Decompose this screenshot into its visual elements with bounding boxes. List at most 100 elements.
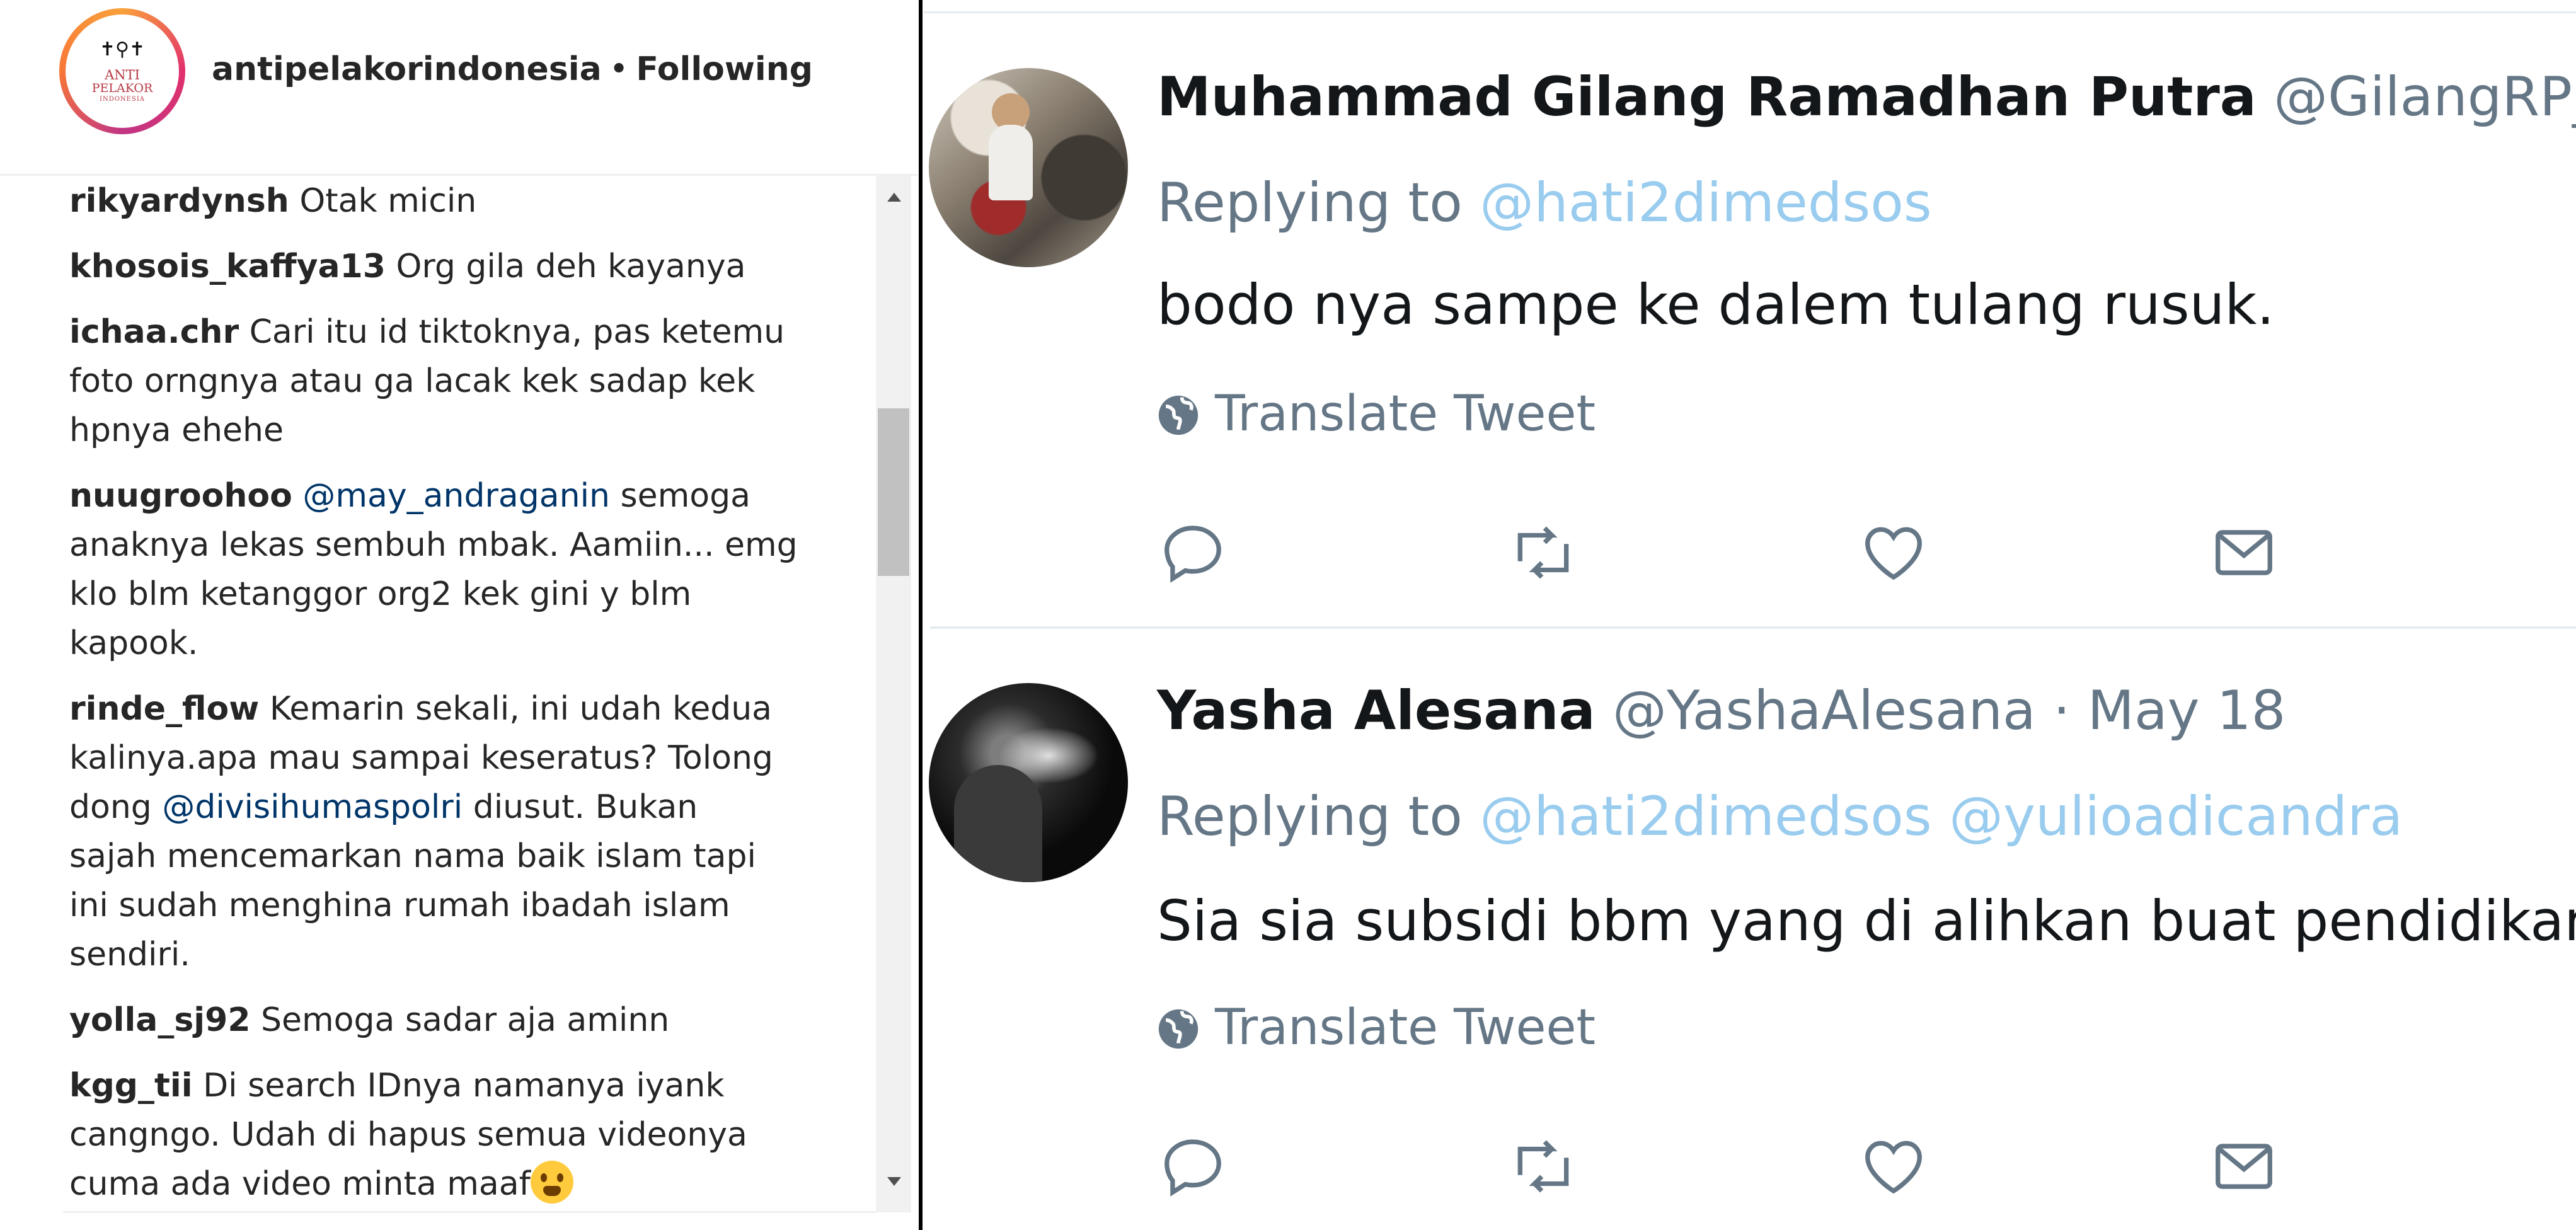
tweet-avatar[interactable] <box>929 68 1128 267</box>
comment-username[interactable]: kgg_tii <box>69 1067 193 1105</box>
tweet-date: · May 18 <box>2035 679 2286 742</box>
replying-to-line: Replying to @hati2dimedsos <box>1157 171 1932 234</box>
comment-line: kapook. <box>69 619 825 668</box>
comment-line: klo blm ketanggor org2 kek gini y blm <box>69 570 825 619</box>
avatar-logo: ✝⚲✝ ANTI PELAKOR INDONESIA <box>66 14 179 128</box>
account-avatar[interactable]: ✝⚲✝ ANTI PELAKOR INDONESIA <box>59 8 185 134</box>
comment: rikyardynsh Otak micin <box>69 176 825 226</box>
comment-text: kalinya.apa mau sampai keseratus? Tolong <box>69 739 773 777</box>
translate-tweet-link[interactable]: Translate Tweet <box>1157 386 1596 442</box>
comment-line: foto orngnya atau ga lacak kek sadap kek <box>69 357 825 406</box>
comment-line: anaknya lekas sembuh mbak. Aamiin... emg <box>69 520 825 570</box>
comment-mention[interactable]: @may_andraganin <box>302 477 610 515</box>
replying-to-mention[interactable]: @hati2dimedsos <box>1480 171 1932 234</box>
avatar-logo-line-2: PELAKOR <box>91 81 153 95</box>
comment-line: sendiri. <box>69 930 825 979</box>
scroll-down-arrow-icon[interactable] <box>887 1177 901 1186</box>
tweet-author-handle[interactable]: @GilangRP_ <box>2274 66 2576 129</box>
account-username[interactable]: antipelakorindonesia <box>212 50 602 88</box>
tweet-author-name[interactable]: Muhammad Gilang Ramadhan Putra <box>1157 66 2257 129</box>
comment-text: kapook. <box>69 624 198 662</box>
scrollbar-thumb[interactable] <box>878 408 909 576</box>
comment-text: Org gila deh kayanya <box>396 248 746 285</box>
tweet-avatar[interactable] <box>929 683 1128 882</box>
retweet-icon[interactable] <box>1509 1132 1578 1201</box>
scroll-up-arrow-icon[interactable] <box>887 193 901 202</box>
avatar-photo-detail <box>954 765 1042 882</box>
comment-line: cuma ada video minta maaf <box>69 1159 825 1209</box>
comment-text: klo blm ketanggor org2 kek gini y blm <box>69 575 692 613</box>
comment-line: kgg_tii Di search IDnya namanya iyank <box>69 1061 825 1110</box>
reply-icon[interactable] <box>1158 518 1228 587</box>
face-screaming-emoji <box>530 1161 573 1204</box>
comment-text: sajah mencemarkan nama baik islam tapi <box>69 837 756 875</box>
instagram-comments-panel: ✝⚲✝ ANTI PELAKOR INDONESIA antipelakorin… <box>0 0 917 1230</box>
comment-line: rikyardynsh Otak micin <box>69 176 825 226</box>
comments-bottom-divider <box>63 1211 876 1213</box>
comment-username[interactable]: yolla_sj92 <box>69 1001 251 1039</box>
globe-icon <box>1158 1009 1199 1049</box>
comment-text: ini sudah menghina rumah ibadah islam <box>69 887 730 924</box>
comment-text: anaknya lekas sembuh mbak. Aamiin... emg <box>69 526 798 564</box>
tweet-divider <box>930 626 2576 629</box>
direct-message-icon[interactable] <box>2209 1132 2279 1201</box>
comment-text: foto orngnya atau ga lacak kek sadap kek <box>69 362 756 400</box>
comment: ichaa.chr Cari itu id tiktoknya, pas ket… <box>69 308 825 455</box>
retweet-icon[interactable] <box>1509 518 1578 587</box>
replying-to-mention[interactable]: @yulioadicandra <box>1949 785 2403 848</box>
following-button[interactable]: Following <box>636 50 813 88</box>
comment-text: Kemarin sekali, ini udah kedua <box>269 690 773 728</box>
replying-to-line: Replying to @hati2dimedsos @yulioadicand… <box>1157 785 2403 848</box>
comment: kgg_tii Di search IDnya namanya iyank can… <box>69 1061 825 1209</box>
comment-line: hpnya ehehe <box>69 406 825 455</box>
avatar-logo-line-3: INDONESIA <box>100 96 145 103</box>
comment-line: ini sudah menghina rumah ibadah islam <box>69 881 825 930</box>
comment-username[interactable]: ichaa.chr <box>69 313 239 351</box>
comments-scrollbar[interactable] <box>876 175 911 1212</box>
tweet-author-name[interactable]: Yasha Alesana <box>1157 679 1596 742</box>
comment-line: ichaa.chr Cari itu id tiktoknya, pas ket… <box>69 308 825 357</box>
comment-username[interactable]: rinde_flow <box>69 690 259 728</box>
comment-text: Otak micin <box>299 182 477 220</box>
twitter-replies-panel: Muhammad Gilang Ramadhan Putra @GilangRP… <box>924 0 2576 1230</box>
comment-line: cangngo. Udah di hapus semua videonya <box>69 1110 825 1159</box>
split-divider <box>919 0 923 1230</box>
comment-text: sendiri. <box>69 936 190 974</box>
comment-line: nuugroohoo @may_andraganin semoga <box>69 471 825 520</box>
comment-text: dong <box>69 788 163 826</box>
tweet-author-handle[interactable]: @YashaAlesana <box>1613 679 2036 742</box>
tweet-text: Sia sia subsidi bbm yang di alihkan buat… <box>1157 888 2576 953</box>
comment-text: hpnya ehehe <box>69 411 284 449</box>
comment-text: diusut. Bukan <box>463 788 698 826</box>
tweet-header: Yasha Alesana @YashaAlesana · May 18 <box>1157 679 2286 742</box>
comment-line: dong @divisihumaspolri diusut. Bukan <box>69 783 825 832</box>
like-icon[interactable] <box>1859 518 1928 587</box>
comment-username[interactable]: khosois_kaffya13 <box>69 248 386 285</box>
comment-line: yolla_sj92 Semoga sadar aja aminn <box>69 996 825 1045</box>
account-line: antipelakorindonesia • Following <box>212 50 813 88</box>
translate-tweet-label: Translate Tweet <box>1215 386 1596 442</box>
comment-line: khosois_kaffya13 Org gila deh kayanya <box>69 242 825 291</box>
comment-text: cuma ada video minta maaf <box>69 1165 531 1203</box>
post-header: ✝⚲✝ ANTI PELAKOR INDONESIA antipelakorin… <box>0 0 917 175</box>
replying-to-label: Replying to <box>1157 171 1463 234</box>
comment: khosois_kaffya13 Org gila deh kayanya <box>69 242 825 291</box>
comment-mention[interactable]: @divisihumaspolri <box>162 788 463 826</box>
comment-line: rinde_flow Kemarin sekali, ini udah kedu… <box>69 684 825 733</box>
globe-icon <box>1158 395 1199 435</box>
comment: nuugroohoo @may_andraganin semoga anaknya… <box>69 471 825 668</box>
replying-to-label: Replying to <box>1157 785 1463 848</box>
reply-icon[interactable] <box>1158 1132 1228 1201</box>
comment-username[interactable]: rikyardynsh <box>69 182 289 220</box>
comment: yolla_sj92 Semoga sadar aja aminn <box>69 996 825 1045</box>
like-icon[interactable] <box>1859 1132 1928 1201</box>
translate-tweet-link[interactable]: Translate Tweet <box>1157 999 1596 1056</box>
comment-line: sajah mencemarkan nama baik islam tapi <box>69 832 825 881</box>
logo-mark-icon: ✝⚲✝ <box>99 38 146 60</box>
direct-message-icon[interactable] <box>2209 518 2279 587</box>
separator-dot: • <box>609 50 629 88</box>
replying-to-mention[interactable]: @hati2dimedsos <box>1480 785 1932 848</box>
comment-line: kalinya.apa mau sampai keseratus? Tolong <box>69 733 825 783</box>
comment-username[interactable]: nuugroohoo <box>69 477 292 515</box>
translate-tweet-label: Translate Tweet <box>1215 999 1596 1056</box>
